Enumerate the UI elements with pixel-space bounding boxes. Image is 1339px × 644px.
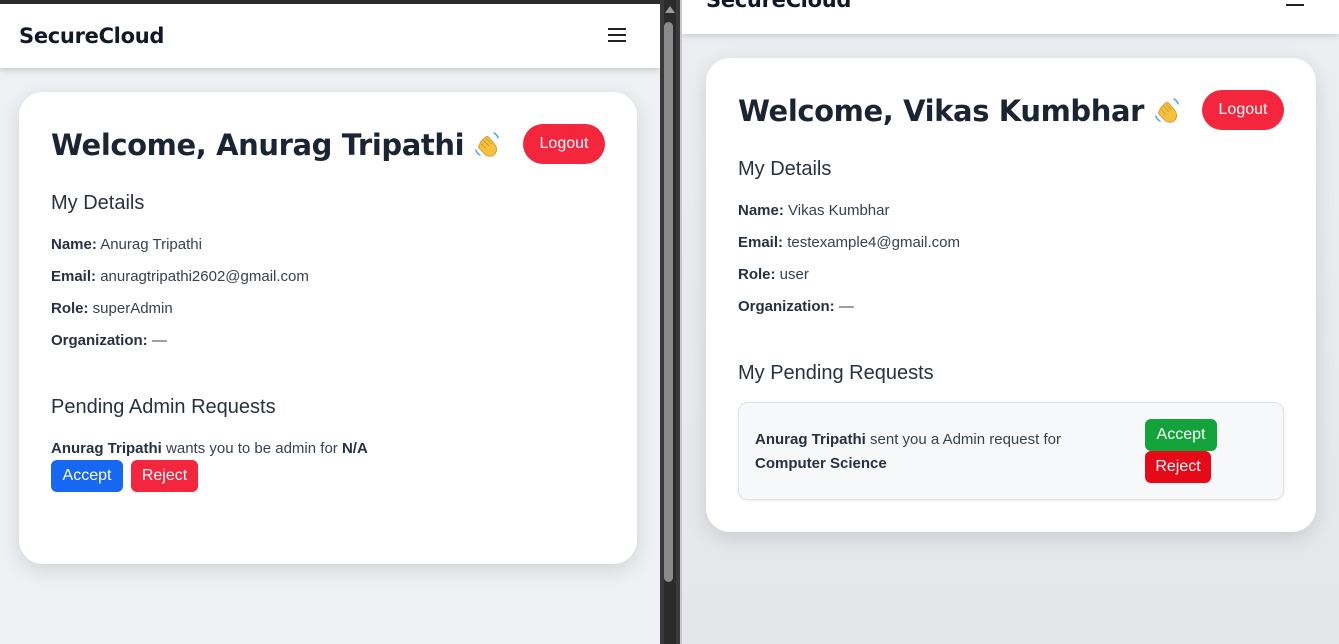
welcome-text: Welcome, Vikas Kumbhar: [738, 94, 1145, 128]
detail-value: superAdmin: [92, 300, 173, 317]
brand-logo-text[interactable]: SecureCloud: [19, 24, 164, 48]
hamburger-menu-icon[interactable]: [1286, 0, 1304, 6]
request-from: Anurag Tripathi: [51, 440, 162, 457]
waving-hand-icon: [475, 132, 500, 157]
detail-label: Role:: [51, 300, 89, 317]
welcome-text: Welcome, Anurag Tripathi: [51, 128, 465, 162]
detail-value: anuragtripathi2602@gmail.com: [100, 268, 309, 285]
waving-hand-icon: [1155, 98, 1180, 123]
detail-label: Role:: [738, 266, 776, 283]
detail-value: —: [151, 332, 167, 349]
detail-email: Email: testexample4@gmail.com: [738, 234, 960, 251]
detail-value: Vikas Kumbhar: [788, 202, 890, 219]
brand-logo-text[interactable]: SecureCloud: [706, 0, 851, 12]
detail-value: —: [838, 298, 854, 315]
request-message: sent you a Admin request for: [870, 431, 1061, 448]
request-from: Anurag Tripathi: [755, 431, 866, 448]
navbar: SecureCloud: [682, 0, 1339, 34]
detail-role: Role: superAdmin: [51, 300, 173, 317]
detail-label: Organization:: [51, 332, 148, 349]
dashboard-card: Welcome, Anurag Tripathi Logout My Detai…: [19, 92, 637, 564]
reject-button[interactable]: Reject: [1145, 451, 1211, 483]
detail-name: Name: Anurag Tripathi: [51, 236, 202, 253]
detail-role: Role: user: [738, 266, 809, 283]
request-text-line: Anurag Tripathi sent you a Admin request…: [755, 431, 1061, 448]
scrollbar-thumb[interactable]: [664, 22, 673, 582]
detail-value: Anurag Tripathi: [100, 236, 202, 253]
accept-button[interactable]: Accept: [1145, 419, 1217, 451]
accept-button[interactable]: Accept: [51, 460, 123, 492]
detail-email: Email: anuragtripathi2602@gmail.com: [51, 268, 309, 285]
navbar: SecureCloud: [0, 4, 660, 68]
detail-organization: Organization: —: [51, 332, 167, 349]
detail-value: user: [779, 266, 809, 283]
detail-organization: Organization: —: [738, 298, 854, 315]
my-pending-requests-heading: My Pending Requests: [738, 362, 934, 384]
request-message: wants you to be admin for: [166, 440, 338, 457]
my-details-heading: My Details: [51, 192, 145, 214]
request-target: Computer Science: [755, 455, 887, 472]
scroll-up-arrow-icon[interactable]: [665, 6, 675, 13]
detail-label: Email:: [51, 268, 97, 285]
detail-name: Name: Vikas Kumbhar: [738, 202, 889, 219]
logout-button[interactable]: Logout: [523, 124, 605, 164]
left-browser-window: SecureCloud Welcome, Anurag Tripathi Log…: [0, 0, 660, 644]
detail-value: testexample4@gmail.com: [787, 234, 960, 251]
reject-button[interactable]: Reject: [131, 460, 198, 492]
welcome-heading: Welcome, Anurag Tripathi: [51, 128, 502, 162]
admin-request-text: Anurag Tripathi wants you to be admin fo…: [51, 440, 368, 457]
my-details-heading: My Details: [738, 158, 832, 180]
detail-label: Organization:: [738, 298, 835, 315]
request-target-line: Computer Science: [755, 455, 887, 472]
welcome-heading: Welcome, Vikas Kumbhar: [738, 94, 1182, 128]
pending-request-card: Anurag Tripathi sent you a Admin request…: [738, 402, 1284, 500]
dashboard-card: Welcome, Vikas Kumbhar Logout My Details…: [706, 58, 1316, 532]
logout-button[interactable]: Logout: [1202, 90, 1284, 130]
detail-label: Name:: [738, 202, 784, 219]
request-target: N/A: [341, 440, 368, 457]
detail-label: Name:: [51, 236, 97, 253]
right-browser-window: SecureCloud Welcome, Vikas Kumbhar Logou…: [682, 0, 1339, 644]
hamburger-menu-icon[interactable]: [608, 28, 626, 42]
detail-label: Email:: [738, 234, 784, 251]
pending-admin-requests-heading: Pending Admin Requests: [51, 396, 276, 418]
